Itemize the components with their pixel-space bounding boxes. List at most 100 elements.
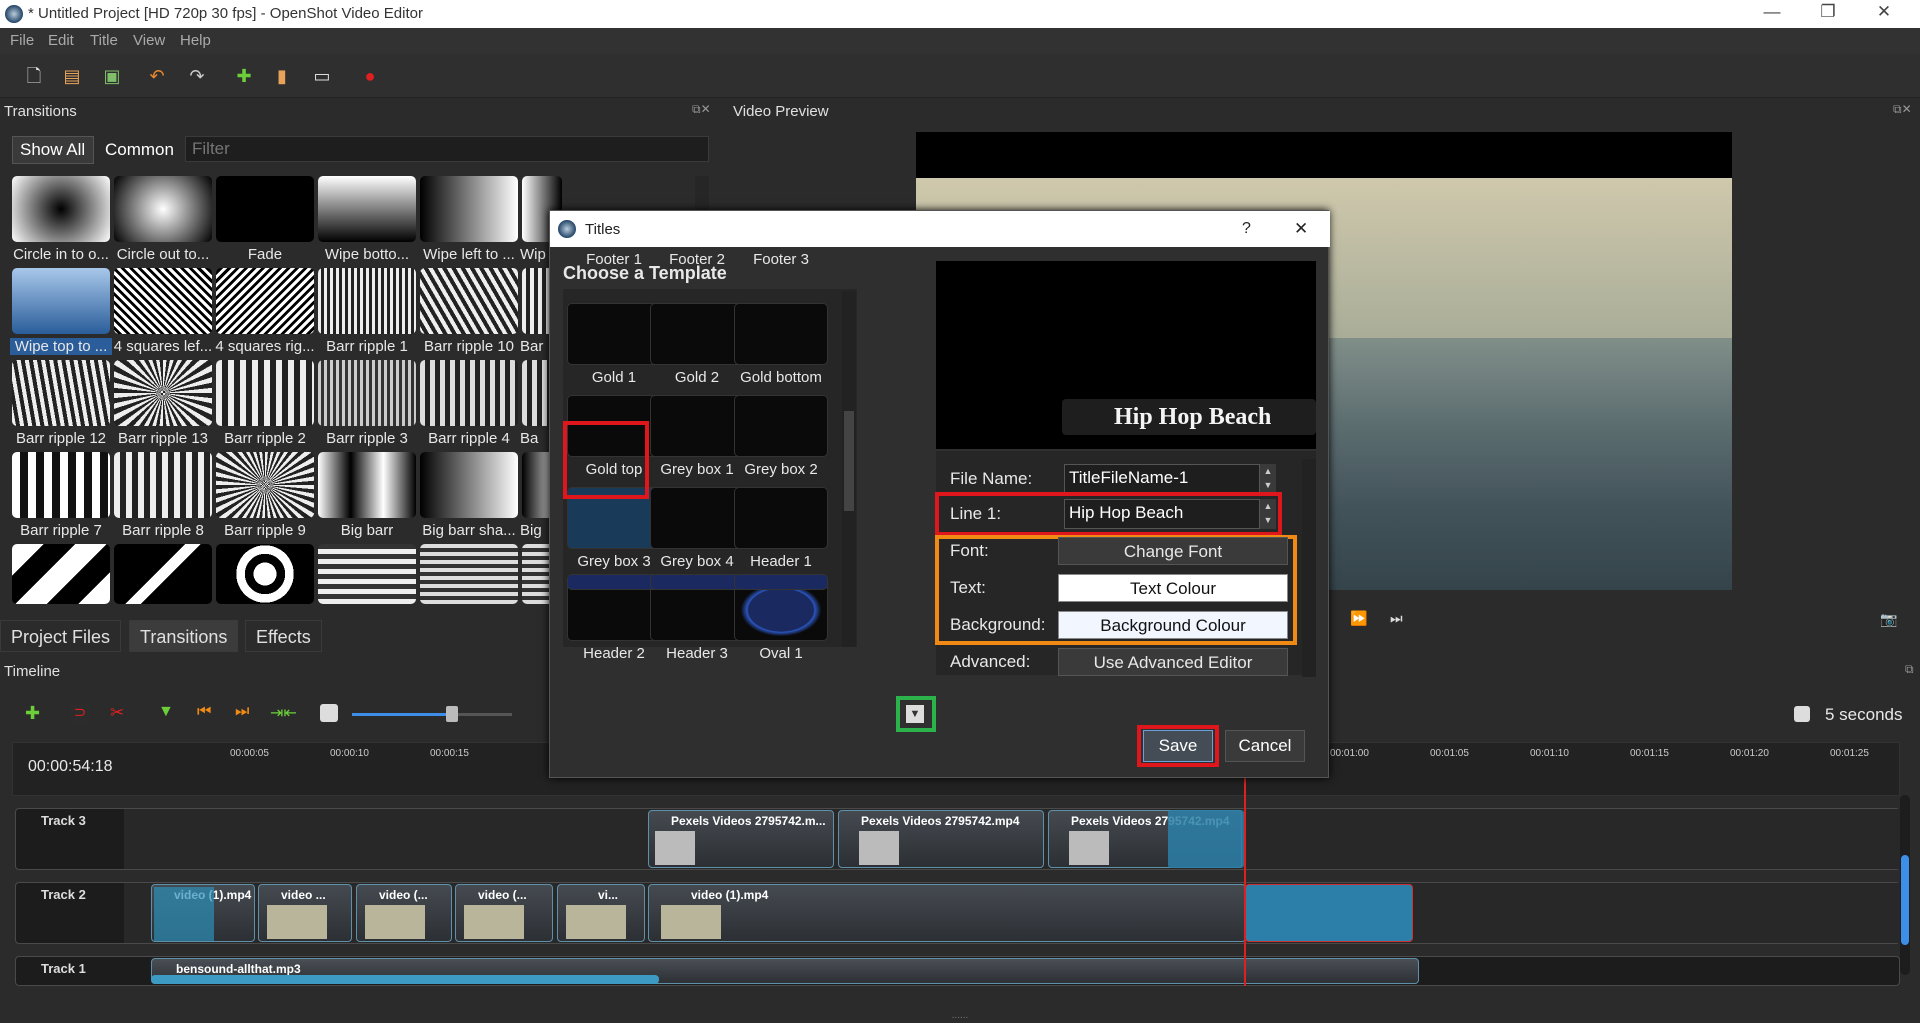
menu-edit[interactable]: Edit	[48, 32, 74, 49]
template-thumbnail[interactable]	[567, 574, 661, 590]
resize-handle[interactable]: ......	[0, 1010, 1920, 1023]
transition-thumbnail[interactable]	[216, 176, 314, 242]
new-project-icon[interactable]: 🗋	[22, 64, 46, 88]
transition-thumbnail[interactable]	[318, 268, 416, 334]
clip[interactable]: video (...	[455, 884, 553, 942]
save-button[interactable]: Save	[1143, 730, 1213, 762]
fullscreen-icon[interactable]: ▭	[310, 64, 334, 88]
transition-label[interactable]: Wipe botto...	[316, 246, 418, 263]
template-thumbnail[interactable]	[734, 487, 828, 549]
template-thumbnail[interactable]	[734, 574, 828, 590]
transition-label[interactable]: 4 squares lef...	[112, 338, 214, 355]
transition-label[interactable]: Barr ripple 10	[418, 338, 520, 355]
transition-clip[interactable]	[1245, 884, 1413, 942]
transition-thumbnail[interactable]	[12, 176, 110, 242]
transition-label[interactable]: Barr ripple 7	[10, 522, 112, 539]
clip[interactable]: vi...	[557, 884, 645, 942]
export-video-icon[interactable]: ●	[358, 64, 382, 88]
transition-thumbnail[interactable]	[420, 268, 518, 334]
transition-thumbnail[interactable]	[12, 268, 110, 334]
line1-spinner[interactable]: ▲ ▼	[1260, 499, 1276, 529]
transition-thumbnail[interactable]	[216, 360, 314, 426]
preview-float-close-icon[interactable]: ⧉✕	[1893, 102, 1912, 117]
transition-label[interactable]: Barr ripple 1	[316, 338, 418, 355]
template-label[interactable]: Oval 1	[731, 645, 831, 662]
clip[interactable]: Pexels Videos 2795742.mp4	[838, 810, 1044, 868]
transition-thumbnail[interactable]	[216, 452, 314, 518]
clip[interactable]: video ...	[258, 884, 352, 942]
menu-view[interactable]: View	[133, 32, 165, 49]
profile-icon[interactable]: ▮	[270, 64, 294, 88]
next-marker-icon[interactable]: ⏭	[235, 703, 249, 721]
form-scrollbar[interactable]	[1302, 459, 1316, 677]
transition-thumbnail[interactable]	[216, 544, 314, 604]
text-colour-button[interactable]: Text Colour	[1058, 574, 1288, 602]
file-name-input[interactable]: TitleFileName-1	[1064, 464, 1260, 494]
transition-label[interactable]: Barr ripple 4	[418, 430, 520, 447]
tab-project-files[interactable]: Project Files	[0, 620, 122, 652]
transition-label[interactable]: Circle out to...	[112, 246, 214, 263]
help-icon[interactable]: ?	[1242, 220, 1251, 238]
jump-end-icon[interactable]: ⏭	[1390, 610, 1403, 627]
timeline-float-icon[interactable]: ⧉	[1905, 662, 1914, 677]
scroll-down-icon[interactable]: ▼	[906, 705, 924, 723]
transition-thumbnail[interactable]	[318, 452, 416, 518]
template-thumbnail[interactable]	[734, 303, 828, 365]
transition-label[interactable]: Wipe top to ...	[10, 338, 112, 355]
transition-label[interactable]: Circle in to o...	[10, 246, 112, 263]
template-label[interactable]: Footer 3	[731, 251, 831, 268]
transition-clip[interactable]	[1168, 810, 1244, 868]
playhead[interactable]	[1244, 778, 1246, 986]
menu-help[interactable]: Help	[180, 32, 211, 49]
file-name-spinner[interactable]: ▲ ▼	[1260, 464, 1276, 494]
template-thumbnail[interactable]	[650, 395, 744, 457]
transition-label[interactable]: Fade	[214, 246, 316, 263]
undo-icon[interactable]: ↶	[145, 64, 169, 88]
clip[interactable]: video (1).mp4	[648, 884, 1246, 942]
template-thumbnail[interactable]	[650, 574, 744, 590]
previous-marker-icon[interactable]: ⏮	[197, 703, 211, 721]
redo-icon[interactable]: ↷	[185, 64, 209, 88]
common-button[interactable]: Common	[105, 140, 174, 160]
add-marker-icon[interactable]: ▼	[158, 703, 174, 721]
close-icon[interactable]: ✕	[1862, 2, 1906, 26]
transition-label[interactable]: Wipe left to ...	[418, 246, 520, 263]
clip[interactable]: video (...	[356, 884, 452, 942]
fast-forward-icon[interactable]: ⏩	[1350, 610, 1367, 627]
transition-thumbnail[interactable]	[114, 452, 212, 518]
transition-label[interactable]: Barr ripple 2	[214, 430, 316, 447]
template-thumbnail[interactable]	[567, 303, 661, 365]
center-playhead-icon[interactable]: ⇥⇤	[270, 703, 297, 723]
transition-thumbnail[interactable]	[12, 544, 110, 604]
transition-thumbnail[interactable]	[216, 268, 314, 334]
transition-thumbnail[interactable]	[12, 360, 110, 426]
template-thumbnail[interactable]	[650, 487, 744, 549]
transition-label[interactable]: Big barr	[316, 522, 418, 539]
add-track-icon[interactable]: ✚	[25, 703, 40, 724]
line1-input[interactable]: Hip Hop Beach	[1064, 499, 1260, 529]
transition-label[interactable]: Barr ripple 13	[112, 430, 214, 447]
open-project-icon[interactable]: ▤	[60, 64, 84, 88]
transition-thumbnail[interactable]	[420, 360, 518, 426]
import-files-icon[interactable]: ✚	[232, 64, 256, 88]
cancel-button[interactable]: Cancel	[1225, 730, 1305, 762]
transition-label[interactable]: 4 squares rig...	[214, 338, 316, 355]
change-font-button[interactable]: Change Font	[1058, 537, 1288, 565]
dialog-close-icon[interactable]: ✕	[1294, 219, 1308, 239]
minimize-icon[interactable]: —	[1750, 2, 1794, 26]
background-colour-button[interactable]: Background Colour	[1058, 611, 1288, 639]
template-scrollbar[interactable]	[842, 291, 856, 647]
snapping-icon[interactable]: ⊃	[70, 703, 90, 723]
template-thumbnail[interactable]	[650, 303, 744, 365]
transition-label[interactable]: Big barr sha...	[418, 522, 520, 539]
razor-icon[interactable]: ✂	[110, 703, 124, 723]
tab-effects[interactable]: Effects	[245, 620, 322, 652]
timeline-vertical-scrollbar[interactable]	[1900, 795, 1910, 975]
advanced-editor-button[interactable]: Use Advanced Editor	[1058, 648, 1288, 676]
menu-title[interactable]: Title	[90, 32, 118, 49]
template-label[interactable]: Header 1	[731, 553, 831, 570]
maximize-icon[interactable]: ❐	[1806, 2, 1850, 26]
transition-thumbnail[interactable]	[318, 176, 416, 242]
panel-float-close-icon[interactable]: ⧉✕	[692, 102, 711, 117]
transition-thumbnail[interactable]	[114, 544, 212, 604]
